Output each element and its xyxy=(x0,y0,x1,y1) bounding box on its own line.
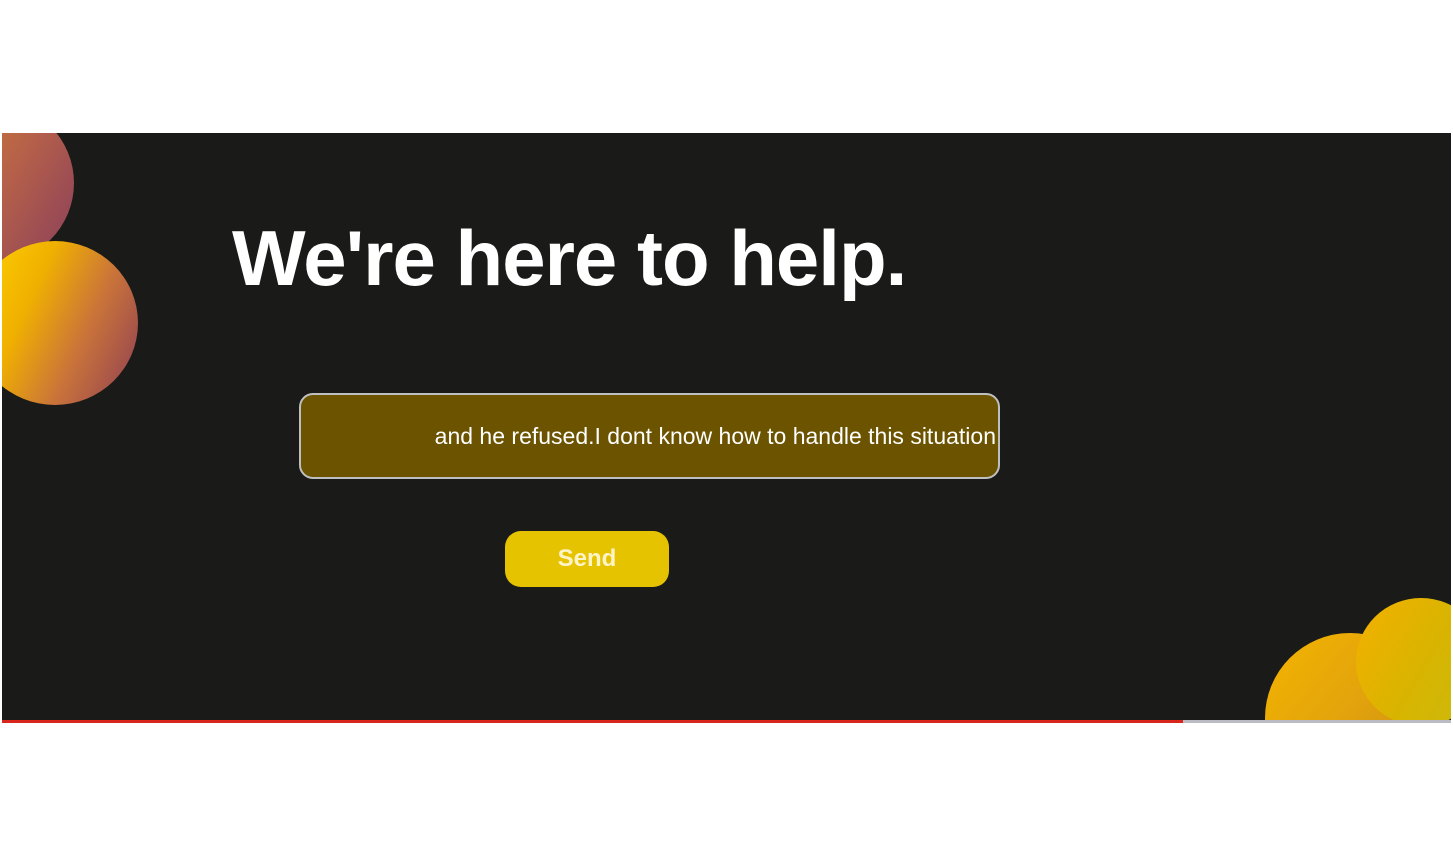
page-title: We're here to help. xyxy=(232,214,907,302)
message-input-value: and he refused.I dont know how to handle… xyxy=(434,422,996,449)
send-button[interactable]: Send xyxy=(505,531,669,587)
decorative-circle xyxy=(2,241,138,405)
help-panel: We're here to help. and he refused.I don… xyxy=(2,133,1451,722)
progress-bar xyxy=(2,720,1451,723)
message-input[interactable]: and he refused.I dont know how to handle… xyxy=(299,393,1000,479)
progress-bar-fill xyxy=(2,720,1183,723)
